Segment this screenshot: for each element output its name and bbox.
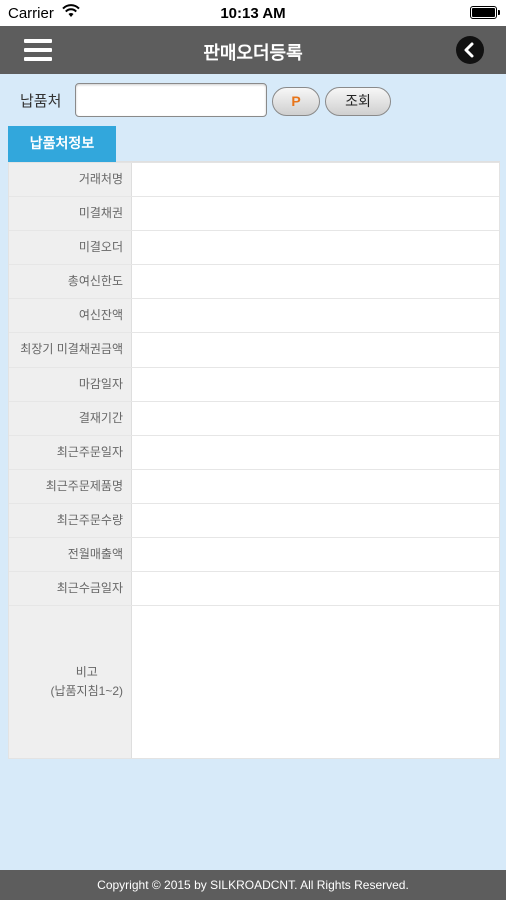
- chevron-left-icon: [464, 42, 474, 58]
- status-bar: Carrier 10:13 AM: [0, 0, 506, 26]
- row-value: [132, 435, 499, 469]
- row-value: [132, 503, 499, 538]
- table-row: 여신잔액: [9, 299, 499, 334]
- tab-customer-info[interactable]: 납품처정보: [8, 126, 116, 162]
- table-row: 미결채권: [9, 197, 499, 232]
- customer-label: 납품처: [20, 93, 62, 110]
- row-label: 최근주문제품명: [9, 469, 132, 503]
- remarks-value: [132, 606, 499, 759]
- row-label: 미결오더: [9, 231, 132, 265]
- row-label: 최근주문일자: [9, 435, 132, 469]
- remarks-label-line2: (납품지침1~2): [50, 684, 123, 699]
- table-row: 최근주문제품명: [9, 469, 499, 504]
- remarks-label: 비고 (납품지침1~2): [9, 606, 132, 759]
- row-value: [132, 538, 499, 572]
- row-label: 최근수금일자: [9, 572, 132, 606]
- row-label: 거래처명: [9, 163, 132, 197]
- customer-input[interactable]: [75, 83, 267, 117]
- row-value: [132, 197, 499, 231]
- table-row: 총여신한도: [9, 265, 499, 300]
- table-row: 미결오더: [9, 231, 499, 266]
- page-title: 판매오더등록: [203, 43, 303, 63]
- row-value: [132, 469, 499, 503]
- row-label: 최근주문수량: [9, 503, 132, 538]
- row-value: [132, 163, 499, 197]
- table-row: 최근주문일자: [9, 435, 499, 470]
- p-button[interactable]: P: [272, 87, 320, 116]
- table-row: 거래처명: [9, 163, 499, 198]
- row-label: 미결채권: [9, 197, 132, 231]
- tab-bar: 납품처정보: [8, 126, 500, 162]
- table-row: 마감일자: [9, 367, 499, 402]
- row-value: [132, 367, 499, 401]
- row-value: [132, 265, 499, 299]
- clock: 10:13 AM: [220, 5, 286, 22]
- footer: Copyright © 2015 by SILKROADCNT. All Rig…: [0, 870, 506, 900]
- table-row: 결재기간: [9, 401, 499, 436]
- back-button[interactable]: [456, 36, 484, 64]
- battery-icon: [470, 6, 500, 19]
- remarks-row: 비고 (납품지침1~2): [9, 606, 499, 759]
- table-row: 최장기 미결채권금액: [9, 333, 499, 368]
- table-row: 최근주문수량: [9, 503, 499, 539]
- row-value: [132, 333, 499, 367]
- row-label: 전월매출액: [9, 538, 132, 572]
- query-button[interactable]: 조회: [325, 87, 391, 116]
- row-value: [132, 572, 499, 606]
- row-label: 여신잔액: [9, 299, 132, 333]
- table-row: 최근수금일자: [9, 572, 499, 607]
- row-label: 최장기 미결채권금액: [9, 333, 132, 367]
- row-value: [132, 401, 499, 435]
- nav-bar: 판매오더등록: [0, 26, 506, 74]
- row-label: 마감일자: [9, 367, 132, 401]
- remarks-label-line1: 비고: [75, 665, 98, 680]
- customer-info-table: 거래처명 미결채권 미결오더 총여신한도 여신잔액 최장기 미결채권금액 마감일…: [8, 162, 500, 760]
- row-label: 총여신한도: [9, 265, 132, 299]
- row-value: [132, 231, 499, 265]
- row-value: [132, 299, 499, 333]
- search-row: 납품처 P 조회: [0, 80, 506, 122]
- table-row: 전월매출액: [9, 538, 499, 573]
- row-label: 결재기간: [9, 401, 132, 435]
